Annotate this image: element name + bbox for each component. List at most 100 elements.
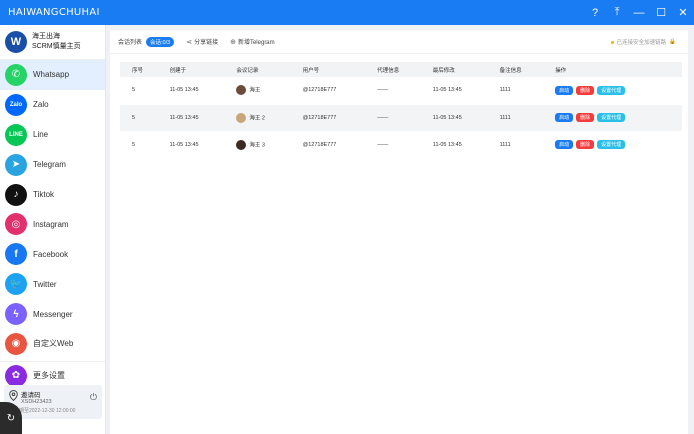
sidebar-item-tiktok[interactable]: ♪ Tiktok	[0, 180, 105, 210]
sidebar-item-web[interactable]: ◉ 自定义Web	[0, 329, 105, 359]
session-name-cell: 海王 2	[224, 104, 291, 132]
note-info: 1111	[487, 77, 544, 105]
connection-status-text: 已连接安全加速链路	[616, 40, 667, 46]
invite-code: XSDH23423	[21, 399, 52, 405]
avatar	[236, 85, 247, 96]
sidebar-item-zalo[interactable]: Zalo Zalo	[0, 90, 105, 120]
start-button[interactable]: 启动	[555, 113, 574, 122]
actions-cell: 启动 删除 设置代理	[543, 77, 682, 105]
more-settings-label: 更多设置	[33, 371, 65, 381]
app-title: HAIWANGCHUHAI	[8, 7, 100, 18]
brand[interactable]: W 海王出海 SCRM慎量主页	[0, 25, 105, 60]
set-proxy-button[interactable]: 设置代理	[597, 140, 626, 149]
connection-status: 已连接安全加速链路 🔒	[610, 38, 676, 46]
delete-button[interactable]: 删除	[576, 140, 595, 149]
messenger-icon: ϟ	[5, 303, 27, 326]
set-proxy-button[interactable]: 设置代理	[597, 113, 626, 122]
start-button[interactable]: 启动	[555, 85, 574, 95]
row-number: 5	[120, 77, 158, 105]
toolbar: 会话列表 会话:0/3 ⋖ 分享链接 ⊕ 新增Telegram	[110, 30, 688, 54]
created-time: 11-05 13:45	[157, 77, 225, 105]
proxy-info: ——	[365, 131, 421, 159]
sidebar-item-label: Tiktok	[33, 190, 55, 199]
table-row[interactable]: 5 11-05 13:45 海王 2 @12718E777 —— 11-05 13:45 1…	[120, 104, 682, 132]
main-panel: 会话列表 会话:0/3 ⋖ 分享链接 ⊕ 新增Telegram 已连接安全加速链…	[110, 30, 688, 434]
pin-icon[interactable]: ⤒	[606, 0, 628, 25]
table-row[interactable]: 5 11-05 13:45 海王 3 @12718E777 —— 11-05 13:45 1…	[120, 131, 682, 159]
actions-cell: 启动 删除 设置代理	[543, 131, 682, 159]
session-name: 海王 2	[249, 114, 265, 121]
new-session-button[interactable]: ⊕ 新增Telegram	[230, 37, 275, 47]
lock-icon: 🔒	[669, 39, 676, 45]
share-icon: ⋖	[186, 38, 193, 46]
settings-icon: ✿	[5, 364, 27, 387]
row-number: 5	[120, 104, 158, 132]
session-name: 海王 3	[249, 141, 265, 148]
session-count-badge[interactable]: 会话:0/3	[146, 36, 175, 47]
close-button[interactable]: ✕	[672, 0, 694, 25]
table-header: 序号 创建于 会议记录 用户号 代理信息 最后修改 备注信息 操作	[120, 62, 682, 77]
column-header: 序号	[120, 62, 158, 77]
modified-time: 11-05 13:45	[420, 131, 488, 159]
sidebar-item-telegram[interactable]: ➤ Telegram	[0, 150, 105, 180]
line-icon: LINE	[5, 123, 27, 146]
whatsapp-icon: ✆	[5, 63, 27, 86]
minimize-button[interactable]: —	[628, 0, 650, 25]
share-link-button[interactable]: ⋖ 分享链接	[186, 37, 218, 47]
sidebar-item-instagram[interactable]: ◎ Instagram	[0, 209, 105, 239]
sidebar-item-label: Whatsapp	[33, 70, 70, 80]
title-bar: HAIWANGCHUHAI ? ⤒ — ☐ ✕	[0, 0, 694, 25]
brand-logo-icon: W	[5, 31, 27, 53]
created-time: 11-05 13:45	[157, 131, 225, 159]
sidebar-item-twitter[interactable]: 🐦 Twitter	[0, 269, 105, 299]
plus-icon: ⊕	[230, 38, 236, 46]
twitter-icon: 🐦	[5, 273, 27, 296]
user-id: @12718E777	[290, 104, 366, 132]
session-table: 序号 创建于 会议记录 用户号 代理信息 最后修改 备注信息 操作 5 11-05 13:45 海…	[120, 62, 682, 159]
modified-time: 11-05 13:45	[420, 77, 488, 105]
sidebar-item-messenger[interactable]: ϟ Messenger	[0, 299, 105, 329]
sidebar-item-label: Instagram	[33, 219, 69, 229]
start-button[interactable]: 启动	[555, 140, 574, 149]
proxy-info: ——	[365, 104, 421, 132]
power-icon[interactable]: ⏻	[90, 392, 97, 403]
user-id: @12718E777	[290, 77, 366, 105]
session-name-cell: 海王	[224, 77, 291, 105]
note-info: 1111	[487, 104, 544, 132]
actions-cell: 启动 删除 设置代理	[543, 104, 682, 132]
delete-button[interactable]: 删除	[576, 85, 595, 95]
help-icon[interactable]: ?	[584, 0, 606, 25]
column-header: 用户号	[290, 62, 366, 77]
sidebar-item-label: Zalo	[33, 100, 49, 110]
brand-name: 海王出海	[32, 33, 60, 40]
sidebar-item-label: Twitter	[33, 279, 57, 289]
location-pin-icon	[9, 390, 18, 401]
sidebar-item-label: Telegram	[33, 160, 66, 170]
sidebar: W 海王出海 SCRM慎量主页 ✆ Whatsapp Zalo Zalo LINE Lin…	[0, 25, 106, 434]
maximize-button[interactable]: ☐	[650, 0, 672, 25]
column-header: 代理信息	[365, 62, 421, 77]
column-header: 操作	[543, 62, 682, 77]
sidebar-item-label: 自定义Web	[33, 339, 74, 349]
column-header: 会议记录	[224, 62, 291, 77]
session-name: 海王	[249, 87, 261, 94]
sidebar-item-line[interactable]: LINE Line	[0, 120, 105, 150]
invite-label: 邀请码	[21, 392, 41, 399]
created-time: 11-05 13:45	[157, 104, 225, 132]
sidebar-item-facebook[interactable]: f Facebook	[0, 239, 105, 269]
session-list-label: 会话列表	[118, 40, 143, 46]
column-header: 备注信息	[487, 62, 544, 77]
session-name-cell: 海王 3	[224, 131, 291, 159]
tiktok-icon: ♪	[5, 183, 27, 206]
delete-button[interactable]: 删除	[576, 113, 595, 122]
column-header: 最后修改	[420, 62, 488, 77]
brand-subtitle: SCRM慎量主页	[32, 43, 81, 50]
sidebar-nav: ✆ Whatsapp Zalo Zalo LINE Line ➤ Telegram ♪ Tikto…	[0, 60, 105, 359]
sidebar-item-whatsapp[interactable]: ✆ Whatsapp	[0, 60, 105, 90]
row-number: 5	[120, 131, 158, 159]
table-row[interactable]: 5 11-05 13:45 海王 @12718E777 —— 11-05 13:45 111…	[120, 77, 682, 105]
column-header: 创建于	[157, 62, 225, 77]
set-proxy-button[interactable]: 设置代理	[597, 85, 626, 95]
instagram-icon: ◎	[5, 213, 27, 236]
note-info: 1111	[487, 131, 544, 159]
